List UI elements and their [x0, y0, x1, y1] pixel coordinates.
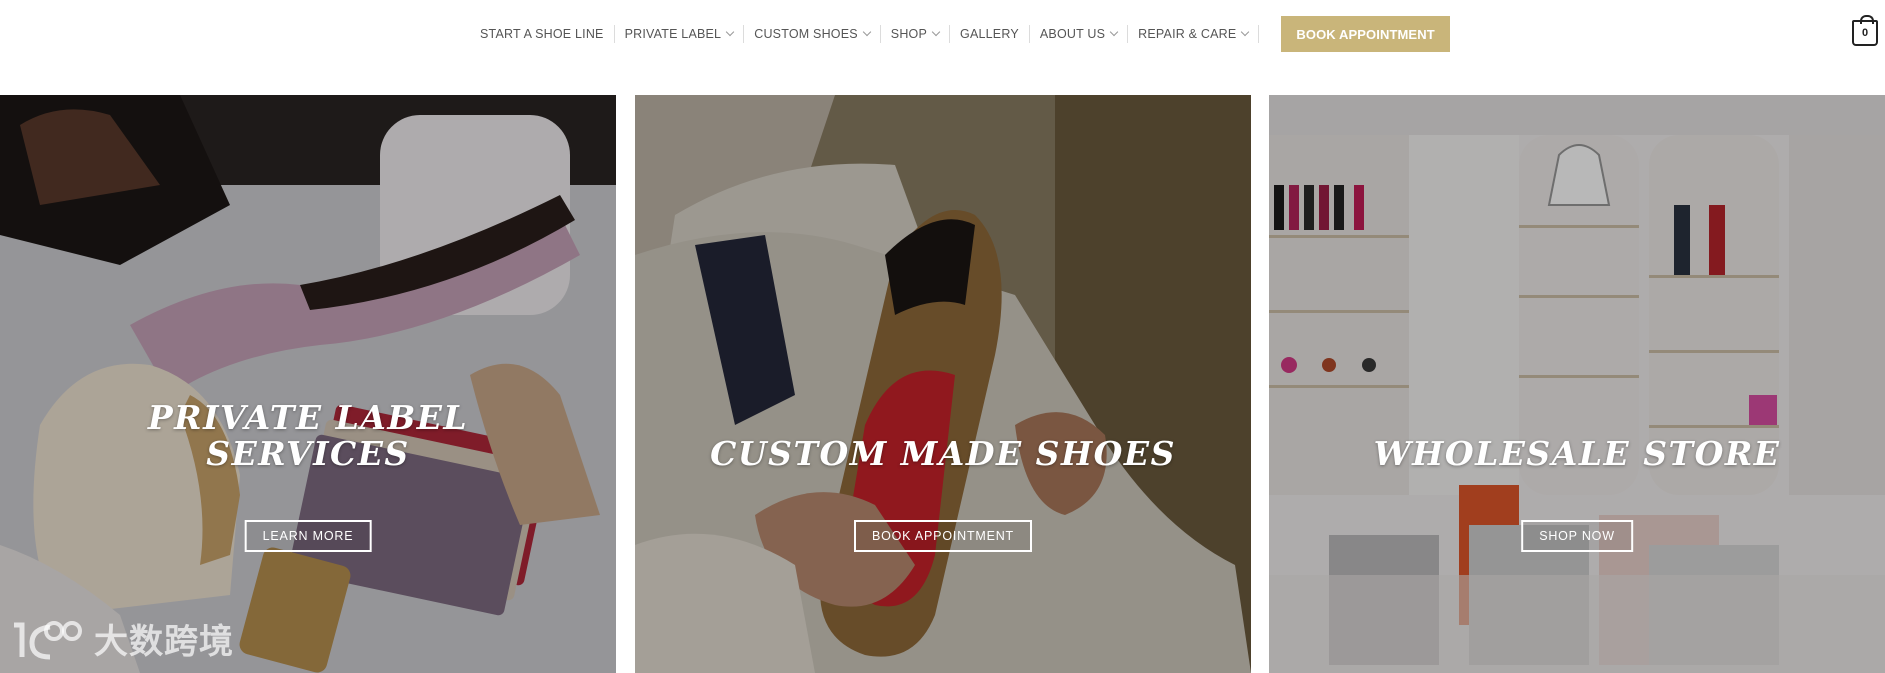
nav-divider: [879, 25, 881, 43]
learn-more-button[interactable]: LEARN MORE: [244, 520, 372, 552]
nav-item-label: REPAIR & CARE: [1138, 27, 1237, 41]
wholesale-store-panel[interactable]: WHOLESALE STORE SHOP NOW: [1269, 95, 1885, 673]
panel-title: CUSTOM MADE SHOES: [710, 434, 1176, 473]
panel-title-line: SERVICES: [206, 434, 410, 473]
watermark-text: 大数跨境: [94, 623, 234, 661]
nav-item-label: GALLERY: [960, 27, 1019, 41]
nav-private-label[interactable]: PRIVATE LABEL: [624, 27, 735, 41]
watermark-logo-icon: [14, 620, 82, 659]
watermark: 大数跨境: [10, 614, 234, 663]
nav-item-label: ABOUT US: [1039, 27, 1106, 41]
nav-divider: [613, 25, 615, 43]
nav-item-label: PRIVATE LABEL: [624, 27, 722, 41]
panel-title: PRIVATE LABEL SERVICES: [0, 400, 616, 472]
cart-count: 0: [1861, 27, 1869, 39]
nav-custom-shoes[interactable]: CUSTOM SHOES: [754, 27, 872, 41]
chevron-down-icon: [725, 27, 735, 37]
nav-shop[interactable]: SHOP: [890, 27, 941, 41]
nav-about-us[interactable]: ABOUT US: [1039, 27, 1119, 41]
nav-item-label: START A SHOE LINE: [480, 27, 604, 41]
panel-title-line: PRIVATE LABEL: [147, 398, 469, 437]
nav-divider: [1028, 25, 1030, 43]
nav-divider: [949, 25, 951, 43]
image-overlay: [1269, 95, 1885, 673]
shop-now-button[interactable]: SHOP NOW: [1521, 520, 1633, 552]
panel-title: WHOLESALE STORE: [1373, 434, 1781, 473]
nav-divider: [743, 25, 745, 43]
nav-repair-care[interactable]: REPAIR & CARE: [1138, 27, 1250, 41]
private-label-panel[interactable]: PRIVATE LABEL SERVICES LEARN MORE: [0, 95, 616, 673]
chevron-down-icon: [931, 27, 941, 37]
nav-item-label: CUSTOM SHOES: [754, 27, 858, 41]
nav-start-a-shoe-line[interactable]: START A SHOE LINE: [480, 27, 604, 41]
image-overlay: [635, 95, 1251, 673]
chevron-down-icon: [1109, 27, 1119, 37]
book-appointment-button[interactable]: BOOK APPOINTMENT: [1281, 16, 1450, 52]
book-appointment-panel-button[interactable]: BOOK APPOINTMENT: [854, 520, 1032, 552]
main-nav: START A SHOE LINE PRIVATE LABEL CUSTOM S…: [480, 16, 1450, 52]
nav-divider: [1258, 25, 1260, 43]
site-header: START A SHOE LINE PRIVATE LABEL CUSTOM S…: [0, 0, 1885, 95]
image-overlay: [0, 95, 616, 673]
nav-item-label: SHOP: [890, 27, 928, 41]
nav-gallery[interactable]: GALLERY: [960, 27, 1019, 41]
nav-divider: [1127, 25, 1129, 43]
cart-icon[interactable]: 0: [1852, 15, 1878, 46]
chevron-down-icon: [1241, 27, 1250, 37]
chevron-down-icon: [862, 27, 872, 37]
custom-shoes-panel[interactable]: CUSTOM MADE SHOES BOOK APPOINTMENT: [635, 95, 1251, 673]
